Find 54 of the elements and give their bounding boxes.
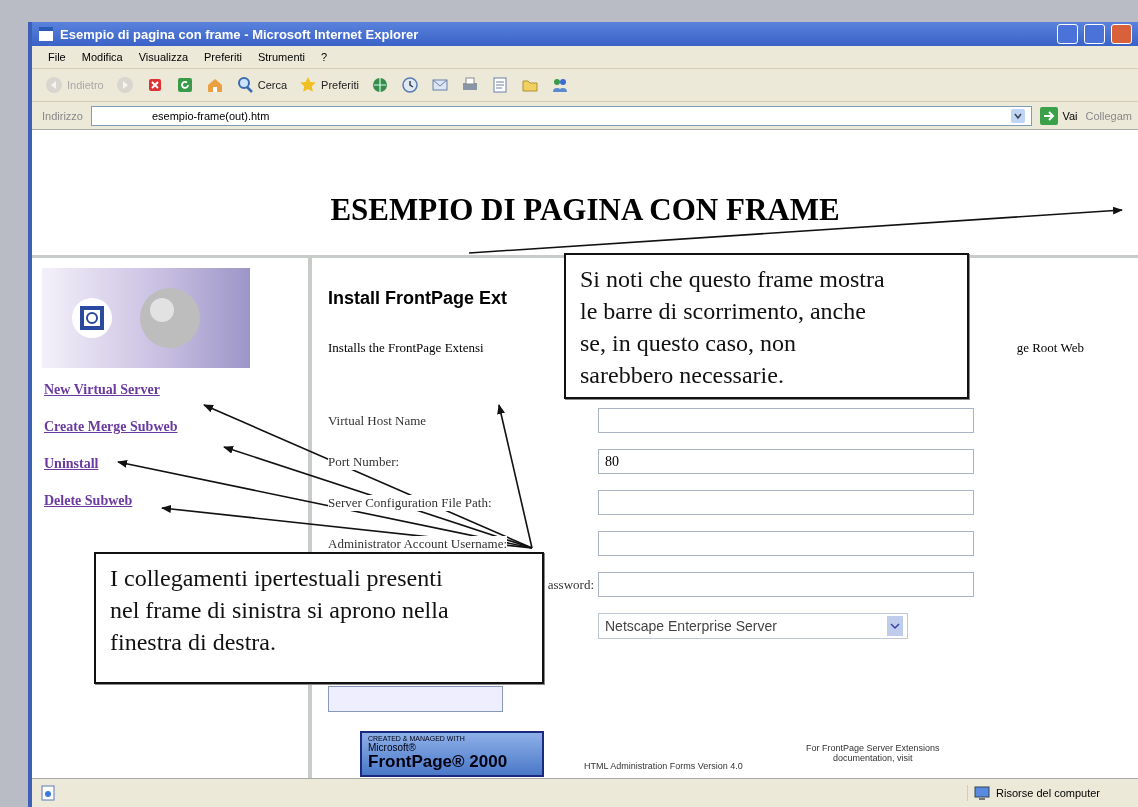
nav-link[interactable]: New Virtual Server	[44, 382, 160, 398]
menu-item[interactable]: Preferiti	[198, 51, 248, 63]
go-button[interactable]: Vai	[1040, 106, 1078, 125]
envelope-icon	[430, 76, 449, 94]
menu-item[interactable]: Strumenti	[251, 51, 311, 63]
menu-item[interactable]: Modifica	[75, 51, 129, 63]
dropdown-caret-icon	[1011, 108, 1026, 123]
nav-link[interactable]: Delete Subweb	[44, 493, 133, 509]
field-label: Server Configuration File Path:	[328, 494, 492, 511]
address-field[interactable]: esempio-frame(out).htm	[90, 105, 1033, 126]
server-dropdown[interactable]: Netscape Enterprise Server	[598, 613, 908, 639]
annotation-callout: I collegamenti ipertestuali presenti nel frame di sinistra si aprono nella finestra di destra.	[94, 552, 544, 684]
browser-icon	[38, 26, 54, 42]
star-icon	[299, 76, 318, 94]
submit-button[interactable]	[328, 686, 503, 712]
frontpage-logo-icon	[72, 298, 112, 338]
intro-text: ge Root Web	[1016, 340, 1084, 357]
page-heading: ESEMPIO DI PAGINA CON FRAME	[330, 192, 840, 229]
nav-link[interactable]: Uninstall	[44, 456, 99, 472]
intro-text: Installs the FrontPage Extensi	[328, 340, 484, 357]
status-zone: Risorse del computer	[996, 787, 1100, 799]
close-button[interactable]	[1111, 24, 1132, 44]
version-text: HTML Administration Forms Version 4.0	[584, 761, 743, 771]
clock-icon	[400, 76, 419, 94]
window-title: Esempio di pagina con frame - Microsoft Internet Explorer	[60, 26, 419, 42]
computer-icon	[974, 785, 991, 801]
minimize-button[interactable]	[1057, 24, 1078, 44]
refresh-icon	[175, 76, 194, 94]
form-heading: Install FrontPage Ext	[328, 288, 508, 310]
input-field[interactable]: 80	[598, 449, 974, 474]
menu-item[interactable]: ?	[315, 51, 334, 63]
back-icon	[45, 76, 63, 94]
annotation-callout: Si noti che questo frame mostra le barre di scorrimento, anche se, in questo caso, non sarebbero necessarie.	[564, 253, 969, 399]
menu-item[interactable]: File	[42, 51, 72, 63]
menu-item[interactable]: Visualizza	[132, 51, 195, 63]
input-field[interactable]	[598, 490, 974, 515]
globe-icon	[370, 76, 389, 94]
home-icon	[205, 76, 224, 94]
address-label: Indirizzo	[42, 109, 83, 122]
input-field[interactable]	[598, 531, 974, 556]
nav-link[interactable]: Create Merge Subweb	[44, 419, 178, 435]
toolbar-button[interactable]: Preferiti	[296, 74, 362, 96]
toolbar-button[interactable]: Cerca	[232, 74, 291, 96]
input-field[interactable]	[598, 572, 974, 597]
dropdown-caret-icon	[887, 616, 903, 636]
maximize-button[interactable]	[1084, 24, 1105, 44]
sphere-icon	[138, 286, 202, 350]
document-icon	[490, 76, 509, 94]
search-icon	[235, 76, 254, 94]
input-field[interactable]	[598, 408, 974, 433]
page-icon	[40, 785, 56, 801]
docs-text: For FrontPage Server Extensions documentation, visit	[804, 743, 941, 763]
people-icon	[550, 76, 569, 94]
forward-icon	[115, 76, 134, 94]
